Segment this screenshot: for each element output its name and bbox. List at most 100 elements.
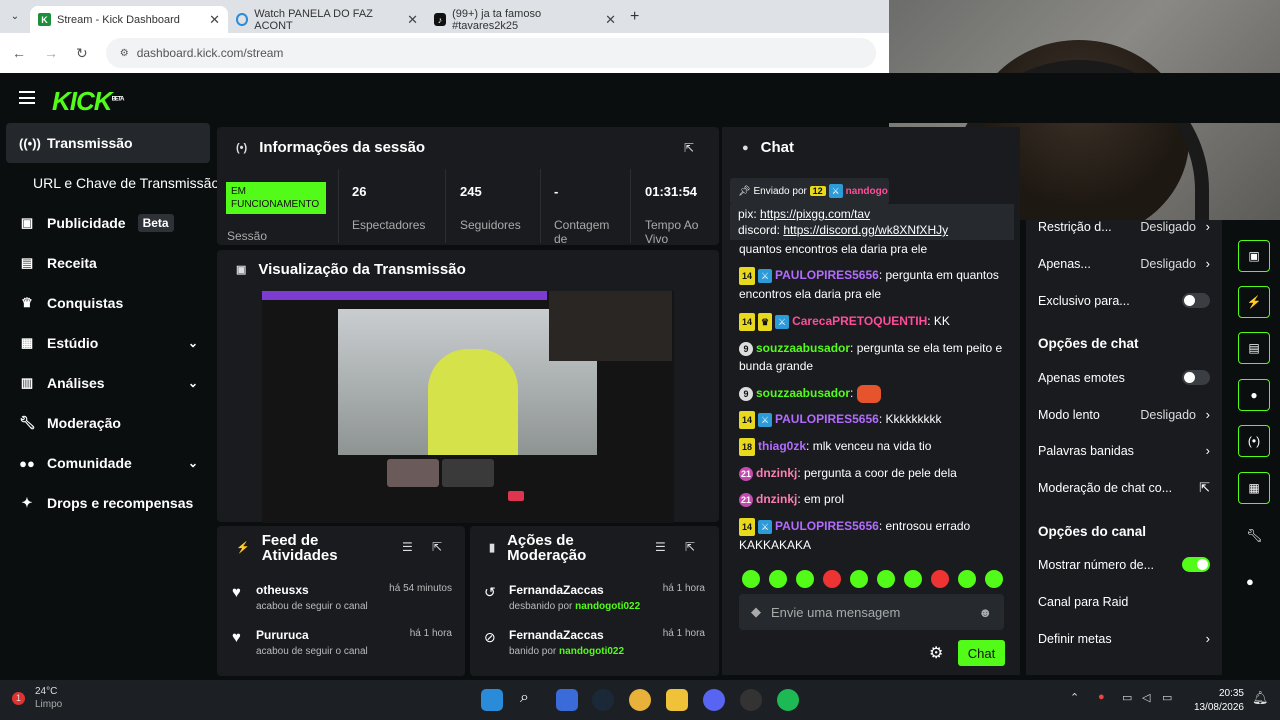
sidebar-item-url-chave[interactable]: URL e Chave de Transmissão (6, 163, 219, 203)
mic-icon[interactable]: ● (1098, 691, 1105, 703)
setting-exclusivo[interactable]: Exclusivo para... (1038, 293, 1210, 308)
sidebar-item-conquistas[interactable]: ♛ Conquistas (6, 283, 210, 323)
sidebar-item-publicidade[interactable]: ▣ Publicidade Beta (6, 203, 210, 243)
users-icon[interactable]: ● (1246, 574, 1254, 589)
notifications-icon[interactable]: 🔔︎ (1252, 690, 1269, 706)
discord-icon[interactable] (703, 689, 725, 711)
chat-settings-gear-icon[interactable]: ⚙ (929, 643, 943, 663)
pix-link[interactable]: https://pixgg.com/tav (760, 207, 870, 221)
sidebar-item-estudio[interactable]: ▦ Estúdio ⌄ (6, 323, 210, 363)
filter-icon[interactable]: ☰ (655, 540, 666, 554)
network-icon[interactable]: ▭ (1122, 691, 1132, 704)
clip-icon[interactable]: ▣ (1238, 240, 1270, 272)
expand-icon[interactable]: ⇱ (432, 540, 442, 554)
setting-mostrar-numero[interactable]: Mostrar número de... (1038, 557, 1210, 572)
sidebar-item-analises[interactable]: ▥ Análises ⌄ (6, 363, 210, 403)
discord-link[interactable]: https://discord.gg/wk8XNfXHJy (783, 223, 948, 237)
folder-icon[interactable] (666, 689, 688, 711)
layout-icon[interactable]: ▦ (1238, 472, 1270, 504)
emote-icon[interactable] (985, 570, 1003, 588)
setting-apenas[interactable]: Apenas... Desligado › (1038, 256, 1210, 271)
feed-row[interactable]: otheusxs acabou de seguir o canal há 54 mi… (256, 583, 452, 612)
steam-icon[interactable] (592, 689, 614, 711)
back-icon[interactable]: ← (12, 45, 26, 61)
setting-canal-raid[interactable]: Canal para Raid (1038, 595, 1210, 609)
emote-icon[interactable] (850, 570, 868, 588)
chat-message: 14 ⚔ PAULOPIRES5656: entrosou errado KAKKA… (739, 518, 971, 552)
system-clock[interactable]: 20:35 13/08/2026 (1194, 687, 1244, 715)
spotify-icon[interactable] (777, 689, 799, 711)
chrome-icon[interactable] (629, 689, 651, 711)
beta-label: BETA (111, 96, 125, 103)
stream-preview-video[interactable] (262, 291, 674, 523)
mod-badge-icon: ⚔ (758, 520, 773, 534)
preview-icon: ▣ (236, 264, 247, 276)
emote-icon[interactable] (742, 570, 760, 588)
emoji-picker-icon[interactable]: ☻ (978, 605, 992, 620)
sidebar-item-comunidade[interactable]: ●● Comunidade ⌄ (6, 443, 210, 483)
mod-row[interactable]: FernandaZaccas desbanido por nandogoti022… (509, 583, 705, 612)
tab-watch-panela[interactable]: Watch PANELA DO FAZ ACONT ✕ (228, 6, 426, 33)
app-icon[interactable] (556, 689, 578, 711)
setting-moderacao-chat[interactable]: Moderação de chat co... ⇱ (1038, 480, 1210, 495)
wrench-icon[interactable]: 🔧︎ (1246, 528, 1263, 544)
weather-widget[interactable]: 1 24°C Limpo (12, 685, 62, 711)
filter-icon[interactable]: ☰ (402, 540, 413, 554)
emote-icon[interactable] (877, 570, 895, 588)
close-tab-icon[interactable]: ✕ (407, 12, 418, 28)
setting-palavras-banidas[interactable]: Palavras banidas › (1038, 443, 1210, 458)
expand-icon[interactable]: ⇱ (684, 141, 694, 155)
tab-tiktok[interactable]: ♪ (99+) ja ta famoso #tavares2k25 ✕ (426, 6, 624, 33)
forward-icon[interactable]: → (44, 45, 58, 61)
site-info-icon[interactable]: ⚙ (120, 48, 129, 59)
battery-icon[interactable]: ▭ (1162, 691, 1172, 704)
channel-options-heading: Opções do canal (1038, 524, 1147, 539)
chat-message: 21 dnzinkj: pergunta a coor de pele dela (739, 466, 957, 481)
mostrar-numero-toggle[interactable] (1182, 557, 1210, 572)
broadcast-icon[interactable]: (•) (1238, 425, 1270, 457)
url-field[interactable]: ⚙ dashboard.kick.com/stream (105, 38, 876, 68)
reload-icon[interactable]: ↻ (76, 45, 88, 62)
emote-icon[interactable] (769, 570, 787, 588)
feed-row[interactable]: Pururuca acabou de seguir o canal há 1 hor… (256, 628, 452, 657)
setting-restricao[interactable]: Restrição d... Desligado › (1038, 219, 1210, 234)
bolt-icon[interactable]: ⚡ (1238, 286, 1270, 318)
search-icon[interactable]: ⌕ (520, 689, 542, 711)
kick-logo[interactable]: KICKBETA (52, 86, 125, 117)
emote-icon[interactable] (958, 570, 976, 588)
setting-apenas-emotes[interactable]: Apenas emotes (1038, 370, 1210, 385)
volume-icon[interactable]: ◁ (1142, 691, 1150, 704)
tab-list-chevron-icon[interactable]: ⌄ (0, 11, 30, 22)
notes-icon[interactable]: ▤ (1238, 332, 1270, 364)
close-tab-icon[interactable]: ✕ (209, 12, 220, 28)
tray-chevron-icon[interactable]: ⌃ (1070, 691, 1079, 704)
app-icon[interactable] (740, 689, 762, 711)
mod-row[interactable]: FernandaZaccas banido por nandogoti022 há … (509, 628, 705, 657)
expand-icon[interactable]: ⇱ (685, 540, 695, 554)
sidebar-item-drops[interactable]: ✦ Drops e recompensas (6, 483, 210, 523)
emote-icon[interactable] (931, 570, 949, 588)
gift-icon: ✦ (21, 495, 33, 510)
sidebar-item-transmissao[interactable]: ((•)) Transmissão (6, 123, 210, 163)
chat-icon[interactable]: ● (1238, 379, 1270, 411)
sidebar-item-receita[interactable]: ▤ Receita (6, 243, 210, 283)
setting-modo-lento[interactable]: Modo lento Desligado › (1038, 407, 1210, 422)
new-tab-icon[interactable]: + (630, 8, 639, 26)
emote-icon[interactable] (823, 570, 841, 588)
emote-icon[interactable] (904, 570, 922, 588)
windows-start-icon[interactable] (481, 689, 503, 711)
close-tab-icon[interactable]: ✕ (605, 12, 616, 28)
pinned-header: 📌︎ Enviado por 12 ⚔ nandogo (730, 178, 889, 204)
apenas-emotes-toggle[interactable] (1182, 370, 1210, 385)
tab-kick-dashboard[interactable]: K Stream - Kick Dashboard ✕ (30, 6, 228, 33)
chat-send-button[interactable]: Chat (958, 640, 1005, 666)
chevron-right-icon: › (1205, 256, 1210, 271)
pin-icon: 📌︎ (738, 186, 751, 197)
emote-icon[interactable] (796, 570, 814, 588)
sidebar-item-moderacao[interactable]: 🔧︎ Moderação (6, 403, 210, 443)
hamburger-menu-icon[interactable] (19, 91, 35, 104)
feed-list: ♥ otheusxs acabou de seguir o canal há 54 … (232, 570, 454, 666)
chat-input[interactable]: ◆ Envie uma mensagem ☻ (739, 594, 1004, 630)
exclusivo-toggle[interactable] (1182, 293, 1210, 308)
setting-definir-metas[interactable]: Definir metas › (1038, 631, 1210, 646)
